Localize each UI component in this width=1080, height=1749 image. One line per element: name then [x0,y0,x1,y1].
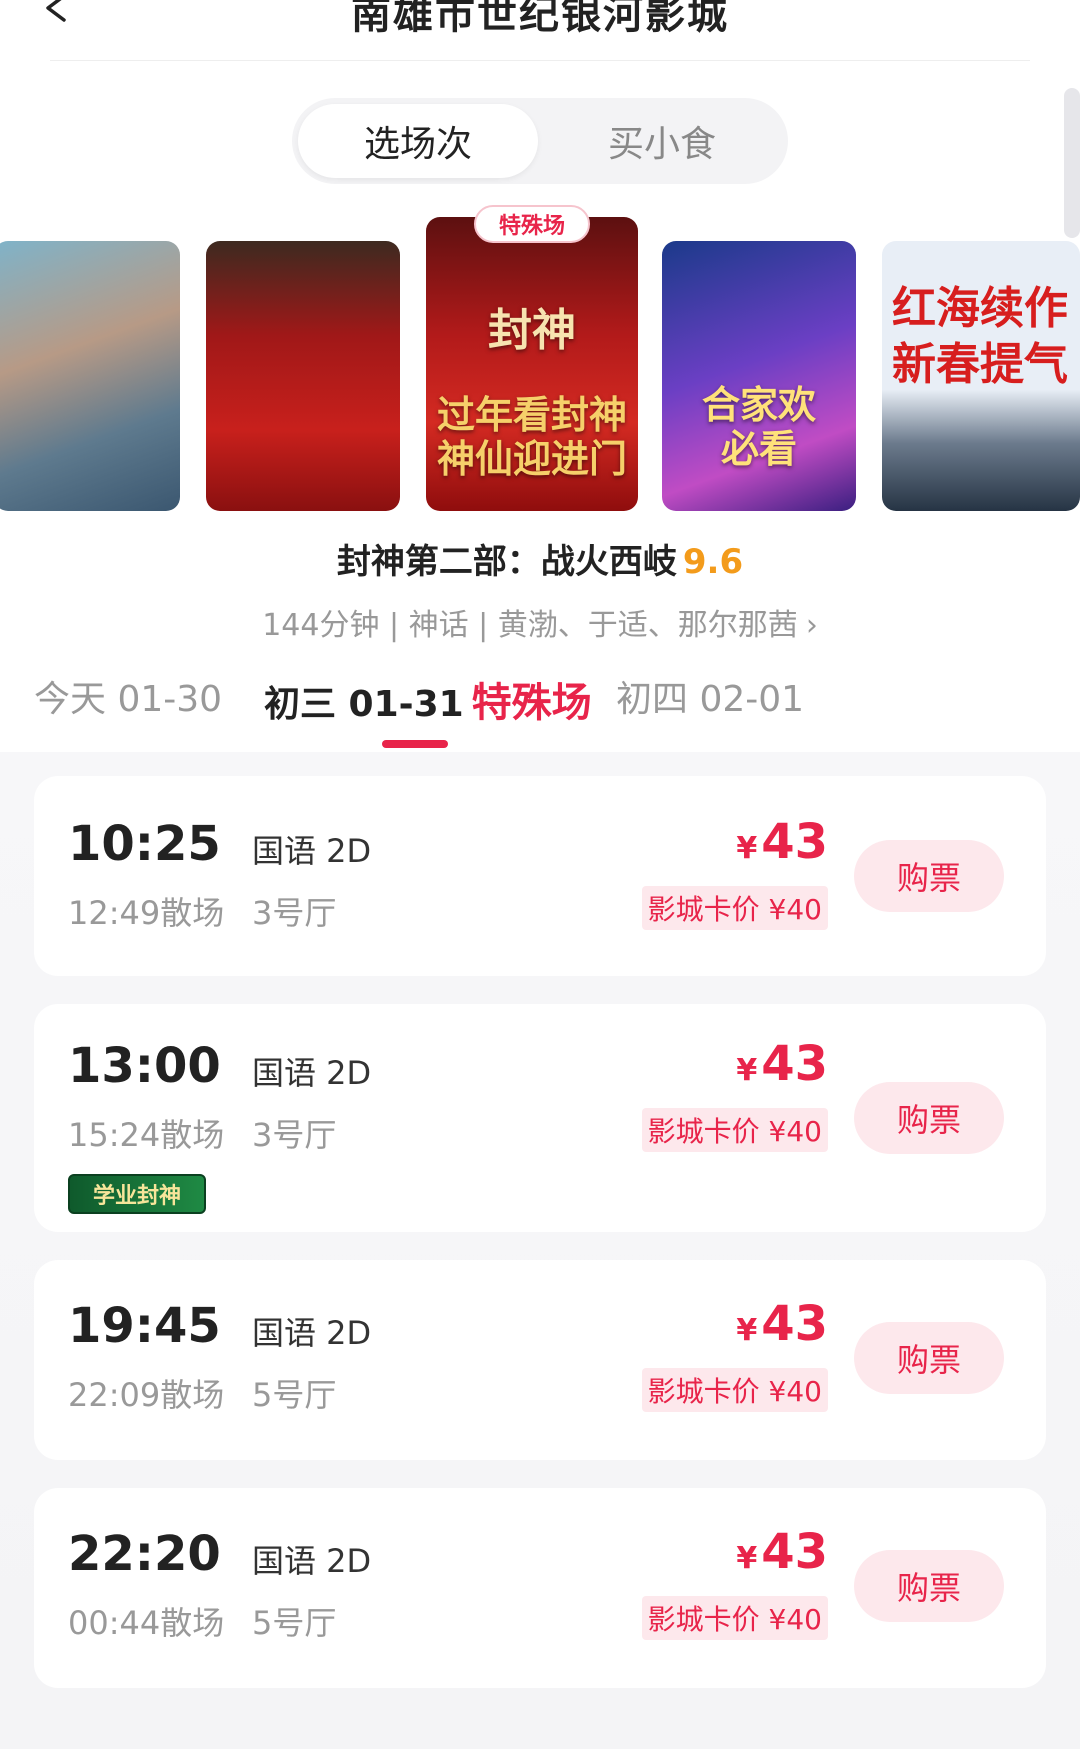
segment-control: 选场次 买小食 [292,98,788,184]
buy-ticket-button[interactable]: 购票 [854,1550,1004,1622]
showtime-card[interactable]: 22:20 00:44散场 国语 2D 5号厅 ¥43 影城卡价 ¥40 购票 [34,1488,1046,1688]
price-value: 43 [761,1036,828,1092]
price-value: 43 [761,1524,828,1580]
page-title: 南雄市世纪银河影城 [351,0,729,38]
member-card-price: 影城卡价 ¥40 [641,1368,828,1412]
showtime-price: ¥43 [736,1036,828,1092]
poster-title-text: 封神 [488,305,576,356]
movie-meta: 144分钟 | 神话 | 黄渤、于适、那尔那茜 [262,608,798,643]
showtime-start: 19:45 [68,1298,221,1354]
showtime-card[interactable]: 19:45 22:09散场 国语 2D 5号厅 ¥43 影城卡价 ¥40 购票 [34,1260,1046,1460]
showtime-price: ¥43 [736,1296,828,1352]
showtime-start: 10:25 [68,816,221,872]
currency-symbol: ¥ [736,831,758,866]
showtime-hall: 5号厅 [252,1604,337,1642]
price-value: 43 [761,1296,828,1352]
showtime-end: 12:49散场 [68,894,225,932]
movie-score: 9.6 [682,542,744,582]
showtime-hall: 5号厅 [252,1376,337,1414]
showtime-end: 22:09散场 [68,1376,225,1414]
showtime-end: 15:24散场 [68,1116,225,1154]
showtime-hall: 3号厅 [252,1116,337,1154]
date-tab-label: 初三 01-31 [264,684,464,725]
showtime-price: ¥43 [736,1524,828,1580]
date-tab-indicator [382,740,448,748]
showtime-price: ¥43 [736,814,828,870]
movie-title: 封神第二部：战火西岐 [336,542,677,582]
showtime-language: 国语 2D [252,832,372,870]
movie-poster[interactable]: 合家欢 必看 [662,241,856,511]
special-screening-tag: 特殊场 [471,680,592,726]
poster-tagline: 合家欢 必看 [701,383,816,471]
showtime-list: 10:25 12:49散场 国语 2D 3号厅 ¥43 影城卡价 ¥40 购票 … [0,752,1080,1749]
price-value: 43 [761,814,828,870]
header: 南雄市世纪银河影城 [0,0,1080,62]
chevron-right-icon: › [805,608,818,643]
currency-symbol: ¥ [736,1053,758,1088]
date-tab-label: 今天 01-30 [34,679,223,720]
date-tab-label: 初四 02-01 [616,679,805,720]
showtime-language: 国语 2D [252,1054,372,1092]
movie-poster[interactable] [0,241,180,511]
tab-select-showtime[interactable]: 选场次 [298,104,538,178]
member-card-price: 影城卡价 ¥40 [641,886,828,930]
movie-poster[interactable] [206,241,400,511]
header-divider [50,60,1030,61]
date-tab-next[interactable]: 初四 02-01 [616,670,804,722]
showtime-language: 国语 2D [252,1542,372,1580]
date-tab-selected[interactable]: 初三 01-31 特殊场 [264,670,592,728]
buy-ticket-button[interactable]: 购票 [854,840,1004,912]
member-card-price: 影城卡价 ¥40 [641,1596,828,1640]
buy-ticket-button[interactable]: 购票 [854,1082,1004,1154]
poster-tagline: 过年看封神 神仙迎进门 [436,393,627,481]
special-screening-badge: 特殊场 [474,205,590,243]
buy-ticket-button[interactable]: 购票 [854,1322,1004,1394]
showtime-hall: 3号厅 [252,894,337,932]
showtime-start: 22:20 [68,1526,221,1582]
showtime-start: 13:00 [68,1038,221,1094]
member-card-price: 影城卡价 ¥40 [641,1108,828,1152]
currency-symbol: ¥ [736,1313,758,1348]
currency-symbol: ¥ [736,1541,758,1576]
showtime-card[interactable]: 10:25 12:49散场 国语 2D 3号厅 ¥43 影城卡价 ¥40 购票 [34,776,1046,976]
tab-buy-snacks[interactable]: 买小食 [542,104,782,178]
movie-poster[interactable]: 红海续作 新春提气 [882,241,1080,511]
poster-carousel[interactable]: 封神 过年看封神 神仙迎进门 特殊场 合家欢 必看 红海续作 新春提气 [0,205,1080,515]
movie-meta-row[interactable]: 144分钟 | 神话 | 黄渤、于适、那尔那茜 › [0,600,1080,644]
movie-poster-selected[interactable]: 封神 过年看封神 神仙迎进门 [426,217,638,511]
poster-tagline: 红海续作 新春提气 [892,283,1068,390]
showtime-language: 国语 2D [252,1314,372,1352]
showtime-card[interactable]: 13:00 15:24散场 国语 2D 3号厅 学业封神 ¥43 影城卡价 ¥4… [34,1004,1046,1232]
promo-tag: 学业封神 [68,1174,206,1214]
movie-title-row: 封神第二部：战火西岐 9.6 [0,534,1080,583]
showtime-end: 00:44散场 [68,1604,225,1642]
date-tab-today[interactable]: 今天 01-30 [34,670,222,722]
